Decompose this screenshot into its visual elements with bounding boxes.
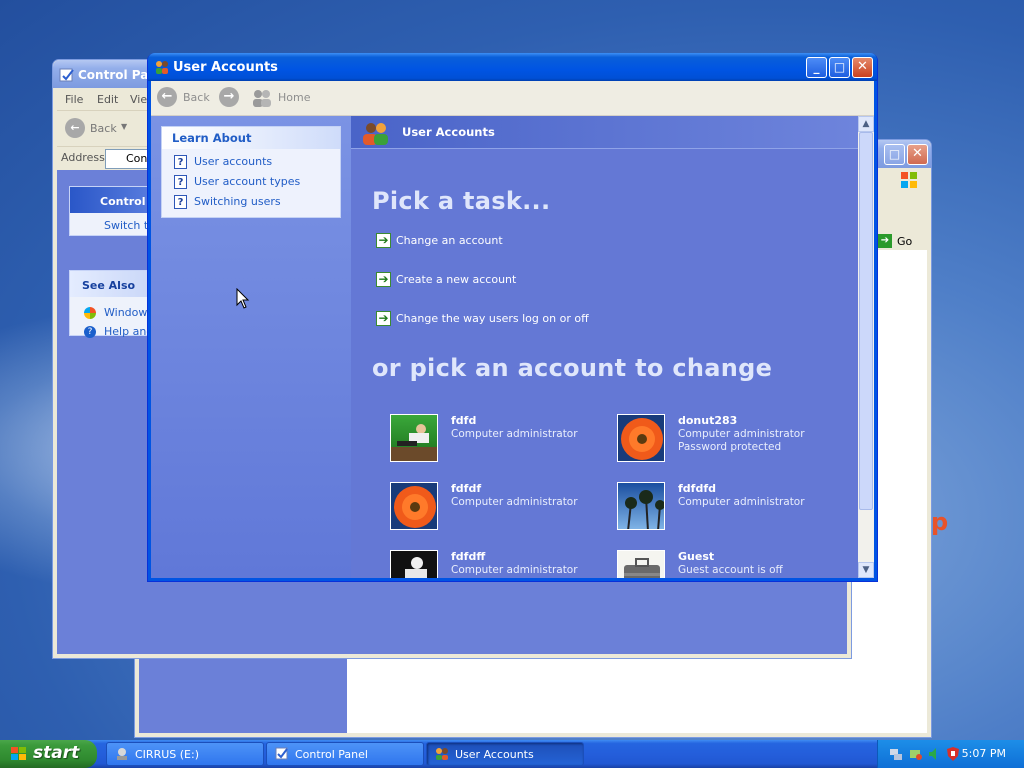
mouse-cursor-icon [236,288,250,309]
minimize-button[interactable]: _ [806,57,827,78]
account-picture-palm-trees [617,482,665,530]
safely-remove-hardware-icon[interactable] [907,746,923,762]
forward-arrow-icon[interactable]: → [219,87,239,107]
account-fdfd[interactable]: fdfd Computer administrator [390,414,600,466]
home-icon[interactable] [251,88,273,108]
task-arrow-icon: ➔ [376,233,391,248]
scroll-up-icon[interactable]: ▲ [858,116,874,132]
task-arrow-icon: ➔ [376,311,391,326]
pick-account-heading: or pick an account to change [372,354,773,382]
taskbar-button-control-panel[interactable]: Control Panel [266,742,424,766]
pick-task-heading: Pick a task... [372,187,551,215]
account-picture-snowboarder [390,550,438,578]
account-picture-flower [390,482,438,530]
account-fdfdfd[interactable]: fdfdfd Computer administrator [617,482,827,534]
user-accounts-header-icon [363,123,388,145]
user-accounts-icon [436,748,448,760]
scroll-down-icon[interactable]: ▼ [858,562,874,578]
account-fdfdff[interactable]: fdfdff Computer administrator [390,550,600,578]
task-arrow-icon: ➔ [376,272,391,287]
account-fdfdf[interactable]: fdfdf Computer administrator [390,482,600,534]
maximize-button[interactable]: □ [829,57,850,78]
help-topic-icon: ? [174,175,187,189]
navigation-bar: ← Back → Home [151,81,874,116]
desktop: p □ ✕ ➔ Go Control Pan File Edit View ← … [0,0,1024,740]
network-icon[interactable] [888,746,904,762]
menu-file[interactable]: File [65,93,83,106]
volume-icon[interactable] [926,746,942,762]
main-content: User Accounts Pick a task... ➔ Change an… [351,116,858,578]
user-accounts-icon [156,61,168,74]
help-icon: ? [84,326,96,338]
see-also-link-windows[interactable]: Windows [104,306,153,319]
taskbar-button-cirrus[interactable]: CIRRUS (E:) [106,742,264,766]
start-button[interactable]: start [0,740,97,768]
content-header: User Accounts [351,116,858,149]
user-accounts-titlebar[interactable]: User Accounts _ □ ✕ [148,53,877,81]
windows-flag-icon [11,747,26,760]
close-button[interactable]: ✕ [852,57,873,78]
windows-update-icon [84,307,96,319]
see-also-link-help[interactable]: Help and [104,325,153,338]
close-button[interactable]: ✕ [907,144,928,165]
go-arrow-icon: ➔ [878,234,892,248]
account-picture-briefcase [617,550,665,578]
window-title: User Accounts [173,60,278,75]
home-button[interactable]: Home [278,91,310,104]
windows-logo-icon [901,172,917,188]
account-picture-flower [617,414,665,462]
help-topic-icon: ? [174,155,187,169]
control-panel-icon [59,68,74,82]
user-accounts-window[interactable]: User Accounts _ □ ✕ ← Back → Home Learn … [147,53,878,582]
back-arrow-icon[interactable]: ← [157,87,177,107]
back-arrow-icon[interactable]: ← [65,118,85,138]
menu-edit[interactable]: Edit [97,93,118,106]
learn-about-title: Learn About [162,127,340,149]
account-guest[interactable]: Guest Guest account is off [617,550,827,578]
control-panel-icon [275,747,288,760]
maximize-button[interactable]: □ [884,144,905,165]
desktop-icon-mark[interactable]: p [931,508,948,536]
account-picture-skateboarder [390,414,438,462]
go-button[interactable]: ➔ Go [875,232,927,250]
taskbar-button-user-accounts[interactable]: User Accounts [426,742,584,766]
drive-icon [117,748,127,760]
task-pane: Learn About ? User accounts ? User accou… [151,116,351,578]
security-shield-icon[interactable] [945,746,961,762]
vertical-scrollbar[interactable]: ▲ ▼ [858,116,874,578]
help-topic-icon: ? [174,195,187,209]
back-dropdown-icon[interactable]: ▼ [121,122,127,131]
account-donut283[interactable]: donut283 Computer administrator Password… [617,414,827,466]
clock[interactable]: 5:07 PM [962,747,1006,760]
taskbar: start CIRRUS (E:) Control Panel User Acc… [0,740,1024,768]
learn-about-box: Learn About ? User accounts ? User accou… [161,126,341,218]
back-button[interactable]: Back [183,91,210,104]
system-tray: 5:07 PM [877,740,1024,768]
scrollbar-thumb[interactable] [859,132,873,510]
